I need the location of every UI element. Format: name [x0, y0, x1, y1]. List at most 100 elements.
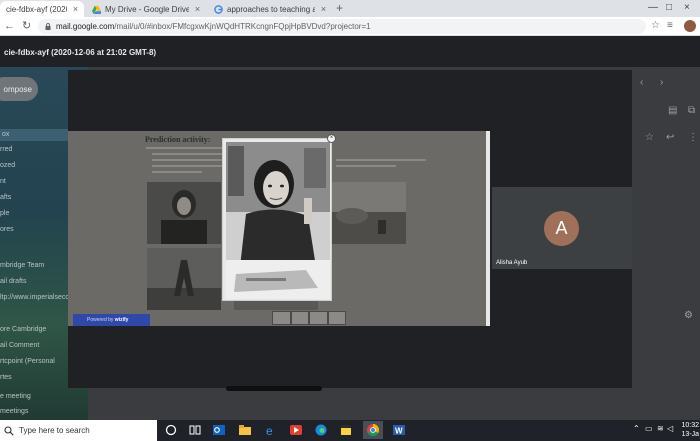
slide-thumbnail[interactable]	[310, 312, 327, 324]
window-close-button[interactable]: ×	[684, 2, 690, 13]
sidebar-item[interactable]: afts	[0, 194, 11, 201]
tab-title: cie-fdbx-ayf (2020-12-06 at 21:0	[6, 4, 67, 14]
print-icon[interactable]: ▤	[668, 105, 677, 116]
new-tab-button[interactable]: +	[336, 2, 343, 15]
sidebar-item[interactable]: ple	[0, 210, 9, 217]
ribbon-brand: wizify	[114, 317, 129, 323]
task-view-icon[interactable]	[188, 423, 202, 437]
sidebar-item[interactable]: ltp://www.imperialsecc	[0, 294, 69, 301]
zoomed-portrait-photo	[226, 142, 330, 299]
svg-text:W: W	[395, 427, 403, 436]
reply-icon[interactable]: ↩	[666, 132, 674, 143]
zoom-close-icon[interactable]: ×	[327, 134, 336, 143]
slide-photo-portrait	[147, 182, 221, 244]
sidebar-item[interactable]: meetings	[0, 408, 28, 415]
sidebar-item[interactable]: ores	[0, 226, 14, 233]
profile-avatar[interactable]	[684, 20, 696, 32]
search-icon	[4, 425, 14, 436]
sidebar-item[interactable]: rtes	[0, 374, 12, 381]
tab-drive[interactable]: My Drive - Google Drive ×	[86, 1, 206, 17]
cortana-icon[interactable]	[164, 423, 178, 437]
sidebar-item[interactable]: mbridge Team	[0, 262, 44, 269]
clock-date: 13-Ja	[681, 431, 699, 438]
browser-toolbar: ← ↻ mail.google.com/mail/u/0/#inbox/FMfc…	[0, 17, 700, 36]
sidebar-item[interactable]: nt	[0, 178, 6, 185]
slide-thumbnail-strip	[272, 311, 346, 325]
participant-tile[interactable]: A Alisha Ayub	[492, 187, 632, 269]
chrome-icon[interactable]	[363, 421, 383, 439]
sidebar-item-inbox[interactable]: ox	[0, 129, 72, 141]
sidebar-item[interactable]: rred	[0, 146, 12, 153]
slide-photo-tower	[147, 248, 221, 310]
lock-icon	[45, 23, 51, 30]
settings-icon[interactable]: ⚙	[684, 310, 693, 321]
volume-icon[interactable]: ◁	[667, 424, 673, 433]
word-icon[interactable]: W	[392, 423, 406, 437]
zoomed-photo-frame	[222, 138, 332, 301]
edge-icon[interactable]	[314, 423, 328, 437]
meet-window-title: cie-fdbx-ayf (2020-12-06 at 21:02 GMT-8)	[4, 48, 157, 57]
browser-tab-strip: cie-fdbx-ayf (2020-12-06 at 21:0 × My Dr…	[0, 0, 700, 17]
url-path: /mail/u/0/#inbox/FMfcgxwKjnWQdHTRKcngnFQ…	[114, 22, 371, 31]
windows-taskbar: Type here to search e W ⌃ ▭ ≋ ◁ 10:32 13…	[0, 420, 700, 441]
sidebar-item[interactable]: ail drafts	[0, 278, 26, 285]
slide-text-line	[336, 165, 396, 167]
tab-google-search[interactable]: approaches to teaching and lear ×	[208, 1, 332, 17]
tab-title: approaches to teaching and lear	[227, 4, 315, 14]
avatar: A	[544, 211, 579, 246]
clock-time: 10:32	[681, 422, 699, 429]
video-app-icon[interactable]	[289, 423, 303, 437]
url-host: mail.google.com	[56, 22, 115, 31]
star-icon[interactable]: ☆	[645, 132, 654, 143]
slide-thumbnail[interactable]	[291, 312, 308, 324]
close-icon[interactable]: ×	[193, 4, 202, 14]
sidebar-item[interactable]: ail Comment	[0, 342, 39, 349]
sidebar-item[interactable]: ore Cambridge	[0, 326, 46, 333]
wifi-icon[interactable]: ≋	[657, 424, 664, 433]
svg-text:e: e	[266, 424, 273, 437]
wizify-ribbon[interactable]: Powered by wizify	[73, 314, 150, 326]
close-icon[interactable]: ×	[319, 4, 328, 14]
edge-legacy-icon[interactable]: e	[264, 423, 278, 437]
ribbon-prefix: Powered by	[87, 317, 114, 323]
file-explorer-icon[interactable]	[238, 423, 252, 437]
back-arrow-icon[interactable]: ←	[4, 20, 15, 32]
slide-photo-landscape	[332, 182, 406, 244]
gmail-right-panel	[632, 37, 700, 420]
star-icon[interactable]: ☆	[651, 20, 660, 31]
screen: cie-fdbx-ayf (2020-12-06 at 21:0 × My Dr…	[0, 0, 700, 441]
taskbar-search[interactable]: Type here to search	[0, 420, 157, 441]
close-icon[interactable]: ×	[71, 4, 80, 14]
address-bar[interactable]: mail.google.com/mail/u/0/#inbox/FMfcgxwK…	[38, 19, 646, 34]
slide-heading: Prediction activity:	[145, 135, 211, 144]
more-vert-icon[interactable]: ⋮	[688, 132, 698, 143]
tab-meet[interactable]: cie-fdbx-ayf (2020-12-06 at 21:0 ×	[0, 1, 84, 17]
outlook-icon[interactable]	[212, 423, 226, 437]
slide-text-line	[152, 171, 202, 173]
tab-title: My Drive - Google Drive	[105, 4, 189, 14]
slide-thumbnail[interactable]	[328, 312, 345, 324]
minimize-button[interactable]: —	[648, 2, 658, 13]
meet-controls-bar[interactable]	[226, 386, 322, 391]
sidebar-item[interactable]: ozed	[0, 162, 15, 169]
tray-chevron-up-icon[interactable]: ⌃	[633, 424, 640, 433]
sidebar-item[interactable]: rtcpoint (Personal	[0, 358, 55, 365]
participant-name: Alisha Ayub	[496, 260, 528, 266]
chevron-left-icon[interactable]: ‹	[640, 77, 643, 88]
taskbar-clock[interactable]: 10:32 13-Ja	[677, 421, 699, 439]
maximize-button[interactable]: □	[666, 2, 672, 13]
sticky-notes-icon[interactable]	[339, 423, 353, 437]
open-new-window-icon[interactable]: ⧉	[688, 105, 695, 116]
slide-thumbnail[interactable]	[273, 312, 290, 324]
compose-button[interactable]: ompose	[0, 77, 38, 101]
search-placeholder: Type here to search	[19, 426, 90, 435]
google-icon	[214, 4, 223, 14]
slide-scroll-edge	[486, 131, 490, 326]
reading-list-icon[interactable]: ≡	[667, 20, 673, 31]
meet-window-bar: cie-fdbx-ayf (2020-12-06 at 21:02 GMT-8)	[0, 37, 700, 67]
slide-text-line	[336, 159, 426, 161]
chevron-right-icon[interactable]: ›	[660, 77, 663, 88]
reload-icon[interactable]: ↻	[22, 20, 31, 32]
sidebar-item[interactable]: e meeting	[0, 393, 31, 400]
battery-icon[interactable]: ▭	[645, 424, 653, 433]
